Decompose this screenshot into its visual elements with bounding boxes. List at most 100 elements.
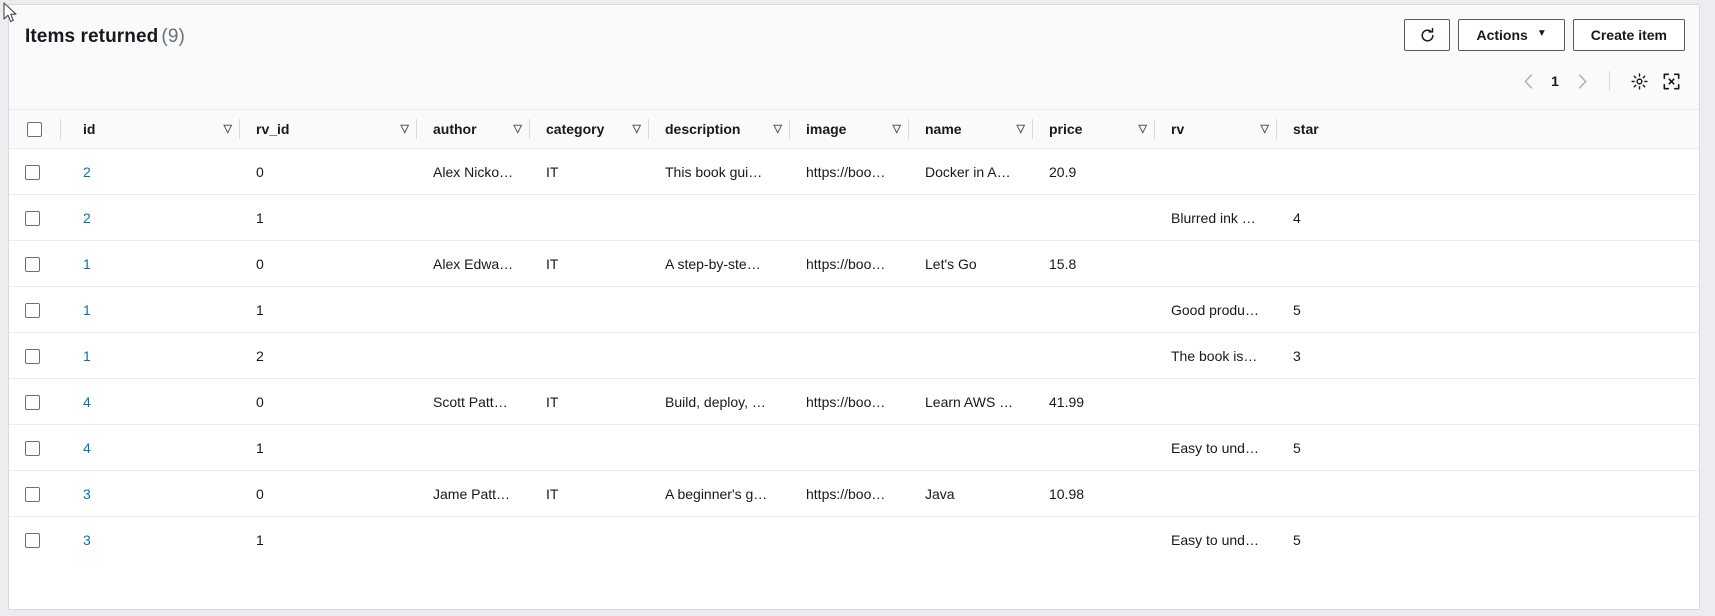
row-checkbox[interactable] [25,394,40,410]
column-header-price[interactable]: price ▽ [1033,110,1155,149]
cell-id[interactable]: 3 [67,517,240,563]
item-id-link[interactable]: 2 [83,164,91,180]
page-title: Items returned (9) [25,26,185,48]
row-checkbox[interactable] [25,210,40,226]
cell-star [1277,470,1699,517]
chevron-left-icon [1524,73,1532,89]
sort-icon-rv[interactable]: ▽ [1261,123,1269,135]
table-row[interactable]: 1 1 Good produ… 5 [9,286,1699,333]
actions-button[interactable]: Actions ▼ [1458,19,1565,51]
cell-image [790,286,909,333]
row-checkbox[interactable] [25,348,40,364]
cell-author: Alex Edwa… [417,240,530,287]
cell-id[interactable]: 4 [67,424,240,471]
column-header-rv_id[interactable]: rv_id ▽ [240,110,417,149]
cell-rv_id: 0 [240,148,417,195]
sort-icon-image[interactable]: ▽ [893,123,901,135]
item-id-link[interactable]: 4 [83,440,91,456]
cell-rv_id: 1 [240,424,417,471]
sort-icon-id[interactable]: ▽ [224,123,232,135]
select-all-checkbox[interactable] [27,121,42,137]
table-row[interactable]: 4 0 Scott Patt… IT Build, deploy, … https://b… [9,378,1699,425]
row-checkbox[interactable] [25,486,40,502]
cell-author [417,332,530,379]
column-header-label-rv: rv [1171,121,1185,137]
row-select-cell[interactable] [9,470,67,517]
sort-icon-description[interactable]: ▽ [774,123,782,135]
row-checkbox[interactable] [25,256,40,272]
pagination-next-button[interactable] [1568,67,1596,95]
row-select-cell[interactable] [9,148,67,195]
cell-description: Build, deploy, … [649,378,790,425]
row-select-cell[interactable] [9,286,67,333]
item-id-link[interactable]: 1 [83,348,91,364]
table-row[interactable]: 2 1 Blurred ink … 4 [9,194,1699,241]
cell-image: https://boo… [790,240,909,287]
item-id-link[interactable]: 2 [83,210,91,226]
column-header-image[interactable]: image ▽ [790,110,909,149]
pagination-previous-button[interactable] [1514,67,1542,95]
row-checkbox[interactable] [25,533,40,549]
column-header-label-price: price [1049,121,1083,137]
cell-rv [1155,148,1277,195]
pagination: 1 [1514,67,1685,95]
column-header-star[interactable]: star▽ [1277,110,1699,149]
item-id-link[interactable]: 1 [83,302,91,318]
cell-description [649,194,790,241]
table-row[interactable]: 3 1 Easy to und… 5 [9,517,1699,563]
sort-icon-rv_id[interactable]: ▽ [401,123,409,135]
cell-id[interactable]: 2 [67,148,240,195]
pagination-page-1[interactable]: 1 [1542,67,1568,95]
create-item-button-label: Create item [1590,27,1667,43]
cell-id[interactable]: 2 [67,194,240,241]
row-select-cell[interactable] [9,332,67,379]
table-preferences-button[interactable] [1625,67,1653,95]
sort-icon-name[interactable]: ▽ [1017,123,1025,135]
table-row[interactable]: 2 0 Alex Nicko… IT This book gui… https://boo… [9,148,1699,195]
cell-image: https://boo… [790,378,909,425]
sort-icon-price[interactable]: ▽ [1139,123,1147,135]
column-header-author[interactable]: author ▽ [417,110,530,149]
cell-id[interactable]: 1 [67,240,240,287]
column-header-name[interactable]: name ▽ [909,110,1033,149]
cell-id[interactable]: 3 [67,470,240,517]
column-header-rv[interactable]: rv ▽ [1155,110,1277,149]
cell-star: 3 [1277,332,1699,379]
item-id-link[interactable]: 3 [83,532,91,548]
items-returned-screen: Items returned (9) Actions ▼ Create item… [0,0,1715,616]
table-row[interactable]: 1 2 The book is… 3 [9,332,1699,379]
cell-rv: Easy to und… [1171,531,1259,548]
row-checkbox[interactable] [25,302,40,318]
cell-image [790,424,909,471]
fullscreen-button[interactable] [1657,67,1685,95]
refresh-button[interactable] [1404,19,1451,51]
column-header-label-star: star [1293,121,1319,137]
row-select-cell[interactable] [9,517,67,563]
item-id-link[interactable]: 4 [83,394,91,410]
cell-id[interactable]: 1 [67,332,240,379]
item-id-link[interactable]: 3 [83,486,91,502]
row-select-cell[interactable] [9,240,67,287]
cell-name [909,517,1033,563]
column-header-category[interactable]: category ▽ [530,110,649,149]
cell-star: 4 [1277,194,1699,241]
table-row[interactable]: 3 0 Jame Patt… IT A beginner's g… https://boo… [9,470,1699,517]
cell-name: Learn AWS … [909,378,1033,425]
row-select-cell[interactable] [9,194,67,241]
row-checkbox[interactable] [25,164,40,180]
row-select-cell[interactable] [9,424,67,471]
row-select-cell[interactable] [9,378,67,425]
sort-icon-category[interactable]: ▽ [633,123,641,135]
item-id-link[interactable]: 1 [83,256,91,272]
sort-icon-author[interactable]: ▽ [514,123,522,135]
cell-id[interactable]: 1 [67,286,240,333]
table-row[interactable]: 4 1 Easy to und… 5 [9,424,1699,471]
cell-rv_id: 0 [240,470,417,517]
item-count: (9) [161,26,185,47]
column-header-id[interactable]: id ▽ [67,110,240,149]
row-checkbox[interactable] [25,440,40,456]
cell-id[interactable]: 4 [67,378,240,425]
table-row[interactable]: 1 0 Alex Edwa… IT A step-by-ste… https://boo…… [9,240,1699,287]
column-header-description[interactable]: description ▽ [649,110,790,149]
create-item-button[interactable]: Create item [1572,19,1685,51]
